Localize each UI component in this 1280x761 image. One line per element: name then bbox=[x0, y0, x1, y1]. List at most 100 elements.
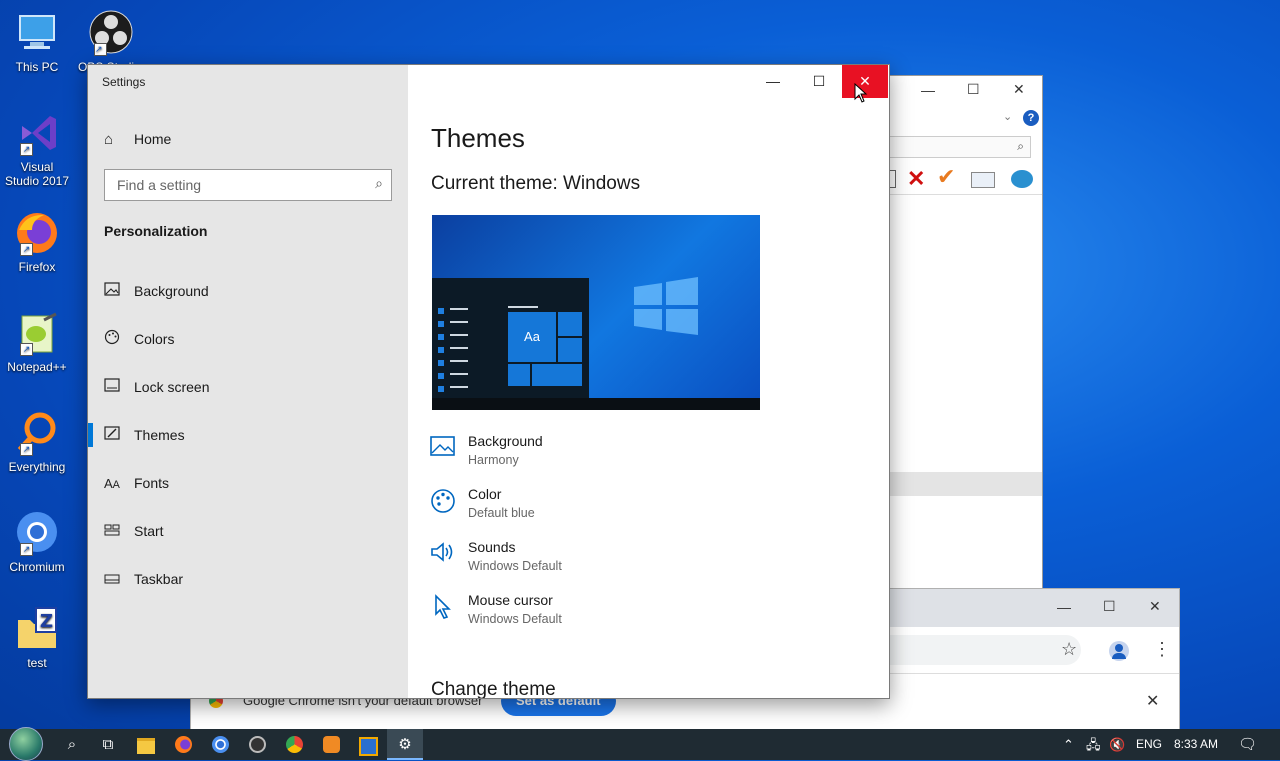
maximize-button[interactable]: ☐ bbox=[796, 65, 842, 98]
section-heading: Personalization bbox=[104, 223, 208, 239]
selected-row[interactable] bbox=[881, 472, 1042, 496]
chromium-icon: ↗ bbox=[14, 510, 60, 556]
minimize-icon[interactable]: — bbox=[1057, 599, 1071, 615]
desktop-icon-label: This PC bbox=[15, 60, 59, 74]
desktop-icon-firefox[interactable]: ↗ Firefox bbox=[4, 210, 70, 274]
obs-taskbar-button[interactable] bbox=[239, 729, 275, 760]
clock[interactable]: 8:33 AM bbox=[1174, 729, 1218, 760]
shortcut-arrow-icon: ↗ bbox=[20, 443, 33, 456]
profile-avatar-icon[interactable] bbox=[1109, 641, 1129, 661]
maximize-icon[interactable]: ☐ bbox=[967, 81, 980, 98]
notepadpp-icon: ↗ bbox=[14, 310, 60, 356]
minimize-button[interactable]: — bbox=[750, 65, 796, 98]
nav-home[interactable]: ⌂ Home bbox=[104, 121, 394, 157]
change-theme-heading: Change theme bbox=[431, 679, 556, 699]
image-icon bbox=[104, 282, 134, 300]
property-name: Mouse cursor bbox=[468, 592, 553, 608]
menu-kebab-icon[interactable]: ⋮ bbox=[1153, 639, 1171, 660]
desktop-icon-label: test bbox=[27, 656, 47, 670]
action-center-icon[interactable]: 🗨 bbox=[1238, 729, 1257, 760]
sidebar-item-label: Themes bbox=[134, 427, 185, 443]
settings-window[interactable]: Settings ⌂ Home Find a setting ⌕ Persona… bbox=[87, 64, 890, 699]
folder-icon bbox=[137, 738, 155, 754]
star-icon[interactable]: ☆ bbox=[1061, 639, 1077, 660]
maximize-icon[interactable]: ☐ bbox=[1103, 598, 1116, 615]
svg-text:Z: Z bbox=[40, 611, 53, 632]
desktop-icon-test[interactable]: Z test bbox=[4, 606, 70, 670]
settings-taskbar-button[interactable]: ⚙ bbox=[387, 729, 423, 760]
search-taskbar-button[interactable]: ⌕ bbox=[54, 729, 90, 760]
minimize-icon[interactable]: — bbox=[921, 82, 935, 98]
nav-home-label: Home bbox=[134, 131, 172, 147]
desktop-icon-label: Chromium bbox=[9, 560, 65, 574]
close-icon[interactable]: ✕ bbox=[1013, 81, 1025, 98]
show-hidden-icons[interactable]: ⌃ bbox=[1063, 729, 1074, 760]
sidebar-item-label: Lock screen bbox=[134, 379, 210, 395]
sidebar-item-fonts[interactable]: AA Fonts bbox=[104, 465, 394, 501]
app-taskbar-button[interactable] bbox=[313, 729, 349, 760]
language-indicator[interactable]: ENG bbox=[1136, 729, 1162, 760]
sidebar-item-label: Background bbox=[134, 283, 209, 299]
dismiss-notice-icon[interactable]: ✕ bbox=[1146, 691, 1159, 711]
gear-icon: ⚙ bbox=[398, 736, 412, 753]
theme-property-background[interactable]: Background Harmony bbox=[430, 433, 730, 481]
preview-start-menu: Aa bbox=[432, 278, 589, 398]
folder-zip-icon: Z bbox=[14, 606, 60, 652]
chevron-down-icon[interactable]: ⌄ bbox=[1003, 110, 1012, 123]
window-title: Settings bbox=[102, 75, 146, 89]
desktop-icon-label: Firefox bbox=[18, 260, 56, 274]
desktop-icon-this-pc[interactable]: This PC bbox=[4, 10, 70, 74]
start-orb-icon bbox=[9, 727, 43, 761]
desktop-icon-chromium[interactable]: ↗ Chromium bbox=[4, 510, 70, 574]
property-name: Color bbox=[468, 486, 502, 502]
find-setting-input[interactable]: Find a setting ⌕ bbox=[104, 169, 392, 201]
chrome-taskbar-button[interactable] bbox=[276, 729, 312, 760]
mouse-pointer-icon bbox=[854, 82, 868, 108]
property-value: Windows Default bbox=[468, 559, 562, 573]
brush-icon bbox=[104, 426, 134, 444]
sidebar-item-themes[interactable]: Themes bbox=[104, 417, 394, 453]
sidebar-item-colors[interactable]: Colors bbox=[104, 321, 394, 357]
close-icon[interactable]: ✕ bbox=[1149, 598, 1161, 615]
property-value: Windows Default bbox=[468, 612, 562, 626]
start-button[interactable] bbox=[8, 727, 44, 761]
sidebar-item-label: Fonts bbox=[134, 475, 170, 491]
file-explorer-button[interactable] bbox=[128, 729, 164, 760]
desktop-icon-visual-studio[interactable]: ↗ Visual Studio 2017 bbox=[4, 110, 70, 188]
chromium-icon bbox=[211, 736, 229, 753]
bg-search-input[interactable]: ⌕ bbox=[881, 136, 1031, 158]
chromium-taskbar-button[interactable] bbox=[202, 729, 238, 760]
settings-sidebar: Settings ⌂ Home Find a setting ⌕ Persona… bbox=[88, 65, 408, 698]
sidebar-item-background[interactable]: Background bbox=[104, 273, 394, 309]
firefox-taskbar-button[interactable] bbox=[165, 729, 201, 760]
desktop-icon-label: Visual Studio 2017 bbox=[4, 160, 70, 188]
volume-muted-icon[interactable]: 🔇 bbox=[1109, 729, 1125, 760]
theme-property-mouse-cursor[interactable]: Mouse cursor Windows Default bbox=[430, 592, 730, 640]
app2-taskbar-button[interactable] bbox=[350, 729, 386, 760]
cancel-x-icon[interactable]: ✕ bbox=[907, 166, 925, 192]
sidebar-item-start[interactable]: Start bbox=[104, 513, 394, 549]
desktop-icon-label: Everything bbox=[8, 460, 66, 474]
home-icon: ⌂ bbox=[104, 130, 114, 148]
desktop-icon-everything[interactable]: ↗ Everything bbox=[4, 410, 70, 474]
shortcut-arrow-icon: ↗ bbox=[20, 343, 33, 356]
sidebar-item-lock-screen[interactable]: Lock screen bbox=[104, 369, 394, 405]
check-icon[interactable]: ✔ bbox=[937, 164, 955, 190]
task-view-icon: ⧉ bbox=[102, 736, 114, 753]
network-icon[interactable]: 🖧 bbox=[1086, 729, 1101, 760]
settings-content: — ☐ ✕ Themes Current theme: Windows Aa B… bbox=[408, 65, 889, 698]
palette-icon bbox=[104, 329, 134, 349]
current-theme-heading: Current theme: Windows bbox=[431, 173, 641, 194]
task-view-button[interactable]: ⧉ bbox=[90, 729, 126, 760]
sidebar-item-taskbar[interactable]: Taskbar bbox=[104, 561, 394, 597]
obs-icon: ↗ bbox=[88, 10, 134, 56]
help-icon[interactable]: ? bbox=[1023, 110, 1039, 126]
search-icon: ⌕ bbox=[1017, 139, 1024, 153]
theme-property-color[interactable]: Color Default blue bbox=[430, 486, 730, 534]
search-icon: ⌕ bbox=[67, 736, 77, 753]
theme-property-sounds[interactable]: Sounds Windows Default bbox=[430, 539, 730, 587]
globe-icon[interactable] bbox=[1011, 170, 1033, 188]
property-value: Harmony bbox=[468, 453, 519, 467]
mail-icon[interactable] bbox=[971, 172, 995, 188]
desktop-icon-notepadpp[interactable]: ↗ Notepad++ bbox=[4, 310, 70, 374]
